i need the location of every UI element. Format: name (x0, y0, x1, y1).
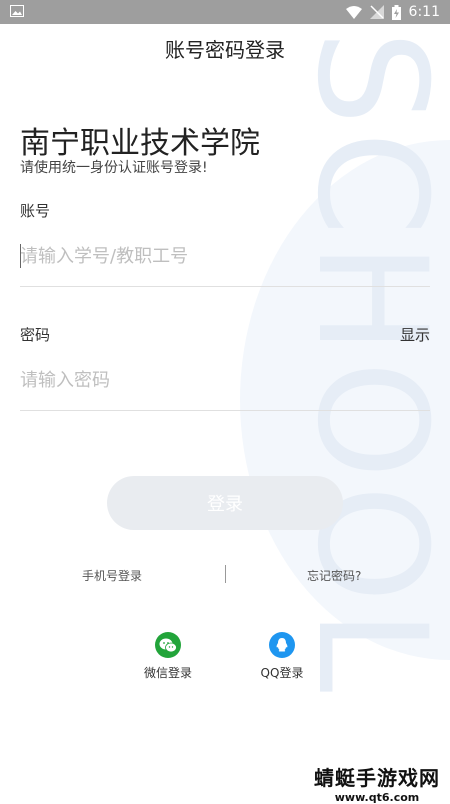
site-watermark-url: www.qt6.com (334, 791, 420, 804)
wifi-icon (345, 5, 362, 19)
forgot-password-link[interactable]: 忘记密码? (307, 567, 361, 584)
page-title: 账号密码登录 (165, 37, 285, 62)
text-cursor (20, 244, 21, 268)
password-label: 密码 (20, 326, 51, 344)
wechat-login-label: 微信登录 (143, 666, 192, 680)
image-notification-icon (10, 5, 24, 17)
qq-login-button[interactable]: QQ登录 (242, 632, 322, 681)
status-time: 6:11 (408, 4, 440, 20)
battery-charging-icon (391, 4, 401, 20)
password-input[interactable] (20, 360, 430, 400)
show-password-toggle[interactable]: 显示 (400, 324, 430, 345)
login-subtitle: 请使用统一身份认证账号登录! (20, 160, 208, 176)
wechat-icon (155, 632, 181, 658)
status-bar: 6:11 (0, 0, 450, 24)
site-watermark-name: 蜻蜓手游戏网 (314, 766, 440, 790)
link-divider (225, 565, 226, 583)
password-underline (20, 410, 430, 411)
site-watermark: 蜻蜓手游戏网 www.qt6.com (314, 762, 440, 804)
phone-login-link[interactable]: 手机号登录 (82, 567, 142, 584)
login-button[interactable]: 登录 (107, 476, 343, 530)
no-signal-icon (369, 5, 384, 19)
account-underline (20, 286, 430, 287)
school-name: 南宁职业技术学院 (20, 126, 260, 161)
account-label: 账号 (20, 202, 51, 220)
qq-login-label: QQ登录 (260, 666, 304, 680)
title-bar: 账号密码登录 (0, 24, 450, 72)
qq-icon (269, 632, 295, 658)
account-input[interactable] (20, 236, 430, 276)
wechat-login-button[interactable]: 微信登录 (128, 632, 208, 681)
